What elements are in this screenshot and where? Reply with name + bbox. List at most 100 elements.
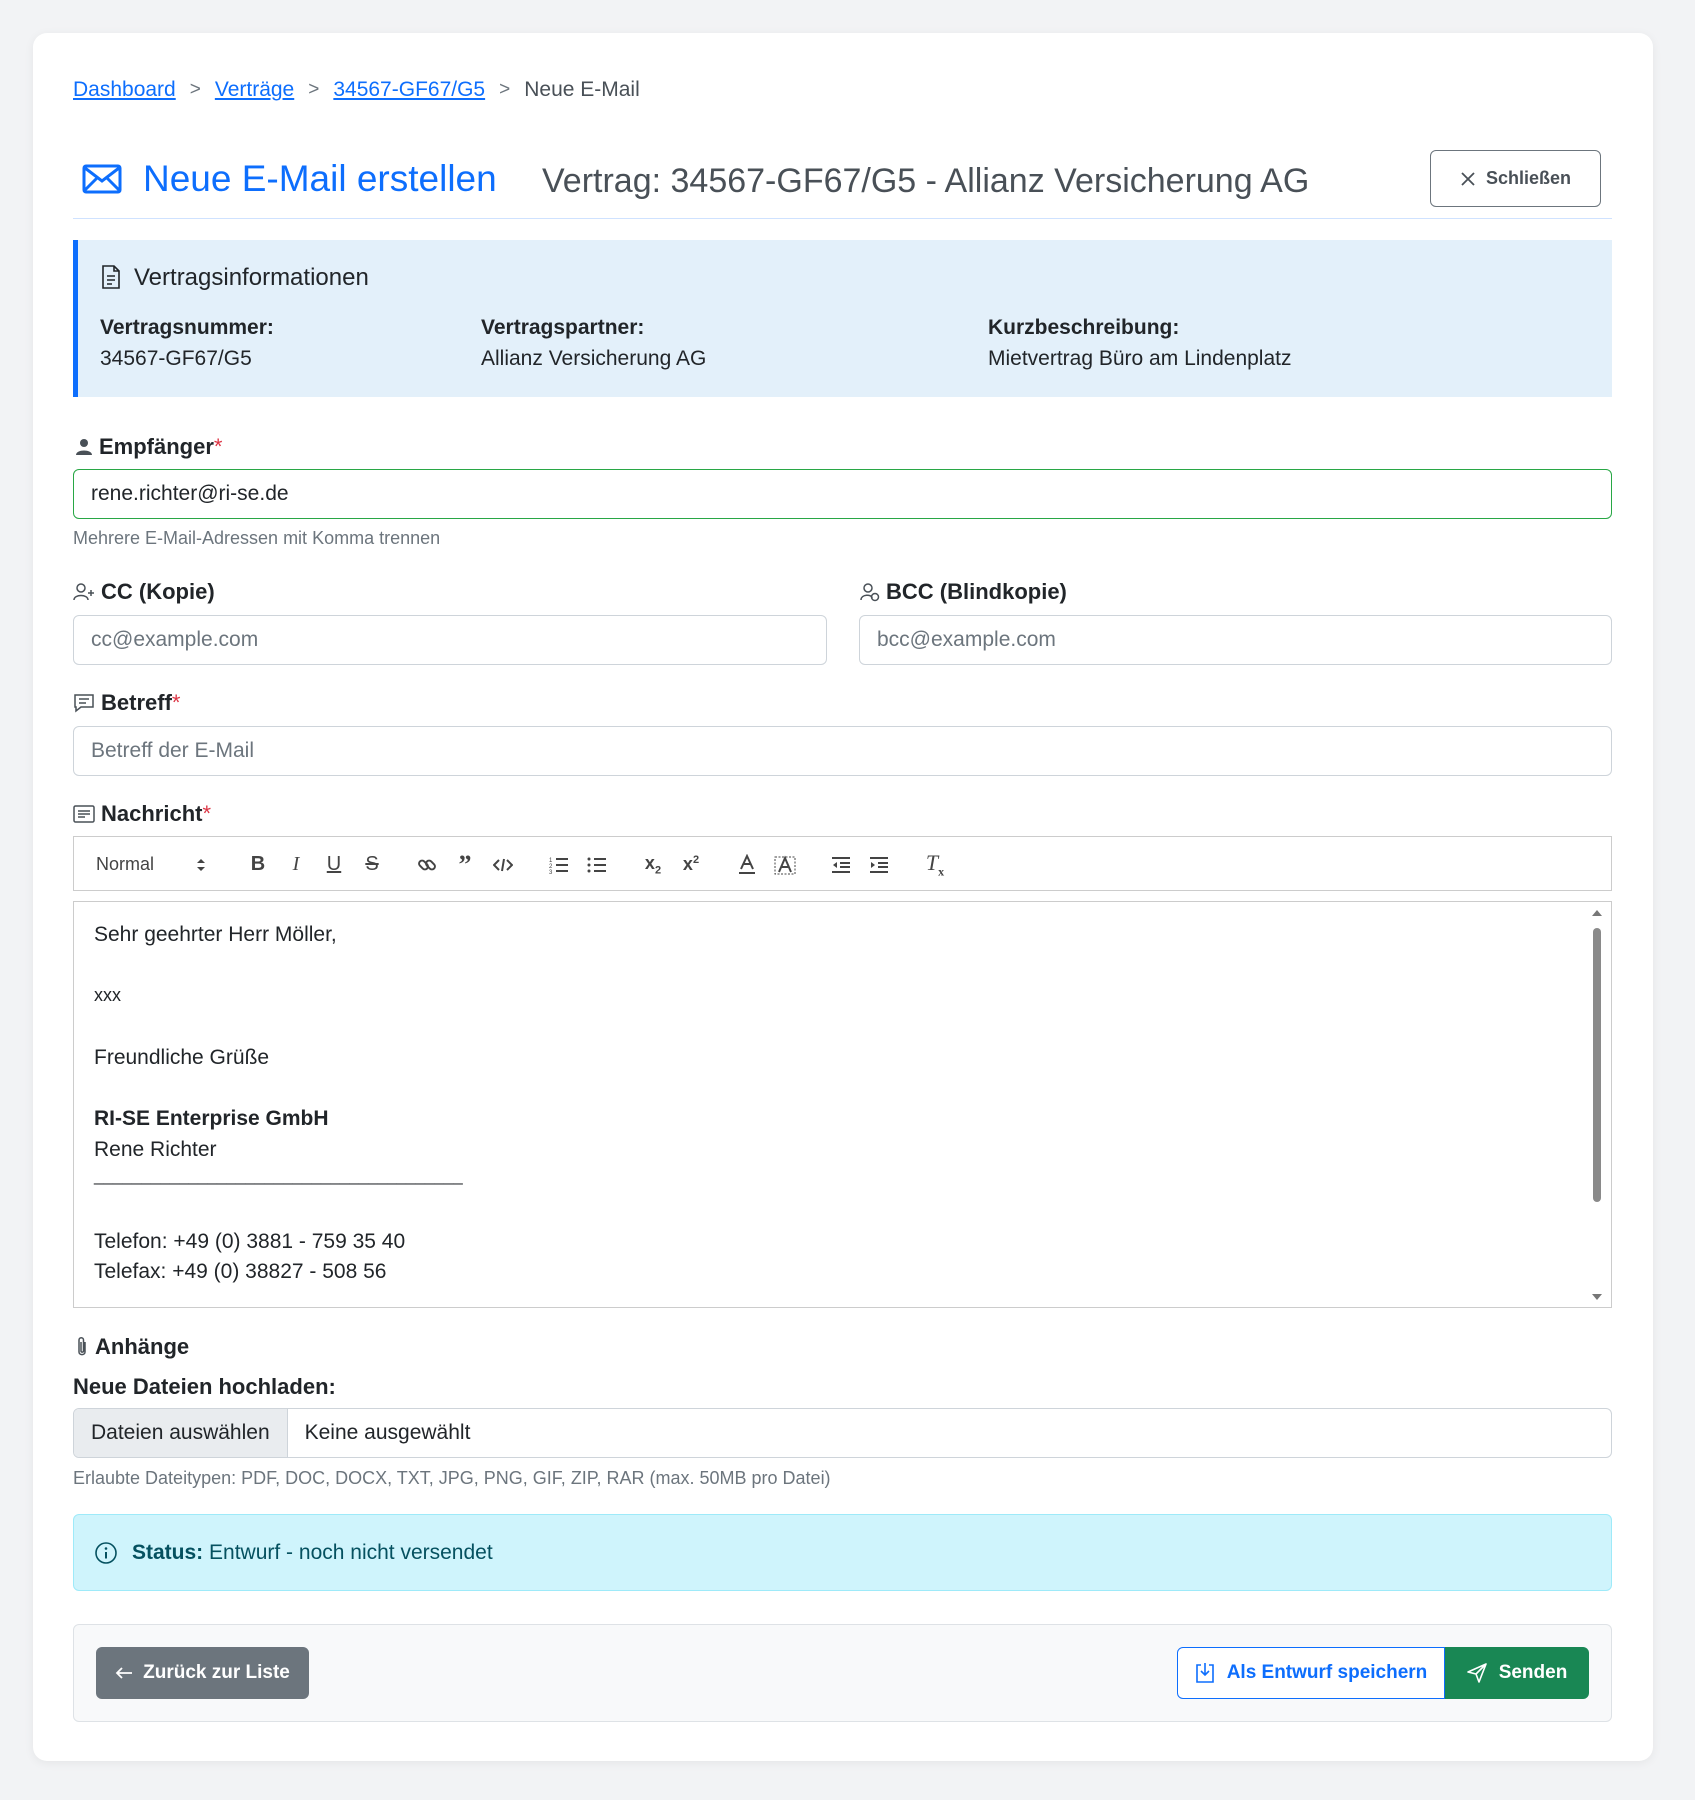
contract-partner-label: Vertragspartner:: [481, 316, 645, 339]
editor-toolbar: Normal B I U S ” 123 x2 x2 Tx: [73, 836, 1612, 891]
superscript-button[interactable]: x2: [675, 837, 707, 892]
contract-partner-value: Allianz Versicherung AG: [481, 347, 707, 370]
paperclip-icon: [78, 1337, 86, 1356]
breadcrumb: Dashboard > Verträge > 34567-GF67/G5 > N…: [73, 78, 640, 102]
send-button[interactable]: Senden: [1445, 1647, 1589, 1699]
blockquote-button[interactable]: ”: [449, 837, 481, 892]
save-download-icon: [1195, 1663, 1214, 1683]
underline-icon: U: [326, 853, 342, 875]
page-subtitle: Vertrag: 34567-GF67/G5 - Allianz Versich…: [542, 162, 1310, 200]
bcc-label-text: BCC (Blindkopie): [886, 579, 1067, 604]
clean-format-button[interactable]: Tx: [919, 837, 951, 892]
clear-format-icon: Tx: [925, 849, 945, 879]
link-icon: [418, 859, 436, 870]
outdent-icon: [832, 856, 850, 873]
breadcrumb-contract-link[interactable]: 34567-GF67/G5: [333, 78, 485, 102]
code-button[interactable]: [487, 837, 519, 892]
message-divider: _______________________________________: [94, 1166, 463, 1185]
cc-input[interactable]: cc@example.com: [73, 615, 827, 665]
message-company: RI-SE Enterprise GmbH: [94, 1107, 329, 1130]
indent-icon: [870, 856, 888, 873]
cc-label: CC (Kopie): [73, 579, 215, 605]
message-fax: Telefax: +49 (0) 38827 - 508 56: [94, 1260, 387, 1283]
attachments-label: Anhänge: [75, 1334, 189, 1360]
breadcrumb-separator: >: [499, 79, 511, 100]
strikethrough-icon: S: [365, 853, 379, 875]
arrow-left-icon: [115, 1667, 133, 1679]
italic-button[interactable]: I: [280, 837, 312, 892]
outdent-button[interactable]: [825, 837, 857, 892]
subscript-button[interactable]: x2: [637, 837, 669, 892]
save-draft-button[interactable]: Als Entwurf speichern: [1177, 1647, 1445, 1699]
italic-icon: I: [292, 853, 300, 875]
person-icon: [76, 439, 92, 455]
attachments-label-text: Anhänge: [95, 1334, 190, 1359]
breadcrumb-contracts-link[interactable]: Verträge: [215, 78, 294, 102]
chat-icon: [74, 694, 94, 713]
envelope-icon: [82, 164, 122, 194]
cc-label-text: CC (Kopie): [101, 579, 215, 604]
header-divider: [73, 218, 1612, 219]
breadcrumb-separator: >: [189, 79, 201, 100]
indent-button[interactable]: [863, 837, 895, 892]
code-icon: [493, 858, 513, 871]
subject-label: Betreff*: [73, 690, 180, 716]
status-value: Entwurf - noch nicht versendet: [209, 1540, 493, 1564]
breadcrumb-current: Neue E-Mail: [524, 78, 640, 101]
subscript-icon: x2: [644, 852, 662, 877]
format-select[interactable]: Normal: [96, 837, 206, 892]
underline-button[interactable]: U: [318, 837, 350, 892]
text-color-icon: [739, 853, 755, 874]
contract-number-value: 34567-GF67/G5: [100, 347, 252, 370]
info-title: Vertragsinformationen: [134, 264, 369, 291]
contract-number-label: Vertragsnummer:: [100, 316, 274, 339]
document-icon: [102, 265, 120, 289]
ordered-list-icon: 123: [549, 857, 568, 874]
upload-label: Neue Dateien hochladen:: [73, 1374, 336, 1399]
required-mark: *: [213, 434, 223, 459]
file-input[interactable]: Dateien auswählen Keine ausgewählt: [73, 1408, 1612, 1458]
breadcrumb-separator: >: [308, 79, 320, 100]
back-button-label: Zurück zur Liste: [143, 1662, 290, 1683]
subject-label-text: Betreff: [101, 690, 172, 715]
person-hidden-icon: [860, 583, 880, 602]
background-color-button[interactable]: [769, 837, 801, 892]
info-icon: [95, 1541, 117, 1564]
ordered-list-button[interactable]: 123: [543, 837, 575, 892]
bullet-list-button[interactable]: [581, 837, 613, 892]
editor-scrollbar[interactable]: [1589, 906, 1605, 1304]
message-label: Nachricht*: [73, 801, 211, 827]
close-button-label: Schließen: [1485, 168, 1572, 188]
strike-button[interactable]: S: [356, 837, 388, 892]
page-title: Neue E-Mail erstellen: [143, 158, 497, 199]
bold-button[interactable]: B: [242, 837, 274, 892]
save-draft-label: Als Entwurf speichern: [1226, 1662, 1428, 1683]
bcc-input[interactable]: bcc@example.com: [859, 615, 1612, 665]
subject-input[interactable]: Betreff der E-Mail: [73, 726, 1612, 776]
link-button[interactable]: [411, 837, 443, 892]
send-icon: [1466, 1663, 1487, 1683]
close-button[interactable]: Schließen: [1430, 150, 1601, 207]
person-add-icon: [73, 583, 94, 601]
quote-icon: ”: [458, 849, 472, 879]
message-closing: Freundliche Grüße: [94, 1046, 270, 1069]
back-to-list-button[interactable]: Zurück zur Liste: [96, 1647, 309, 1699]
required-mark: *: [171, 690, 181, 715]
required-mark: *: [202, 801, 212, 826]
recipient-hint: Mehrere E-Mail-Adressen mit Komma trenne…: [73, 528, 441, 548]
file-status: Keine ausgewählt: [304, 1421, 471, 1444]
message-phone: Telefon: +49 (0) 3881 - 759 35 40: [94, 1230, 406, 1253]
recipient-label: Empfänger*: [75, 434, 222, 460]
bullet-list-icon: [587, 857, 606, 872]
message-name: Rene Richter: [94, 1138, 217, 1161]
select-arrows-icon: [197, 858, 205, 871]
svg-text:3: 3: [549, 870, 553, 874]
highlight-icon: [774, 854, 796, 874]
send-button-label: Senden: [1498, 1662, 1568, 1683]
choose-files-button[interactable]: Dateien auswählen: [74, 1409, 288, 1457]
recipient-input[interactable]: rene.richter@ri-se.de: [73, 469, 1612, 519]
text-color-button[interactable]: [731, 837, 763, 892]
short-description-label: Kurzbeschreibung:: [988, 316, 1180, 339]
breadcrumb-dashboard-link[interactable]: Dashboard: [73, 78, 176, 102]
recipient-label-text: Empfänger: [99, 434, 214, 459]
